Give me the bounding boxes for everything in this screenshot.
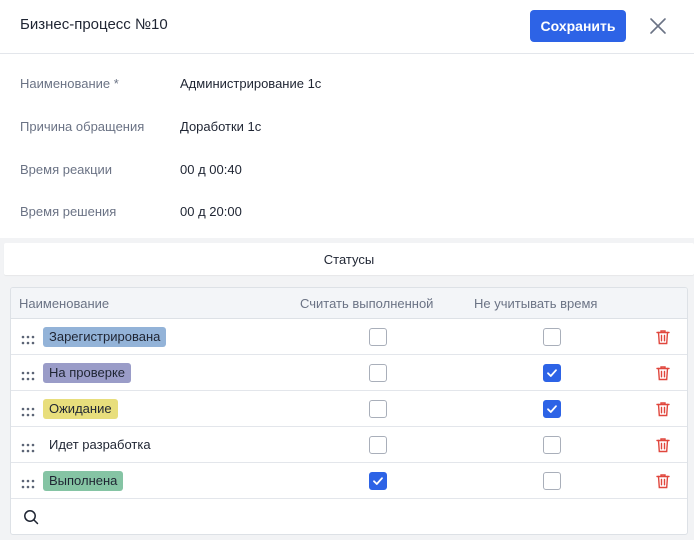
drag-handle-icon[interactable] bbox=[21, 404, 35, 417]
ignore-time-checkbox[interactable] bbox=[543, 436, 561, 454]
trash-icon[interactable] bbox=[654, 436, 672, 454]
trash-icon[interactable] bbox=[654, 364, 672, 382]
status-name-chip[interactable]: Ожидание bbox=[43, 399, 118, 419]
drag-handle-icon[interactable] bbox=[21, 368, 35, 381]
count-done-checkbox[interactable] bbox=[369, 472, 387, 490]
count-done-checkbox[interactable] bbox=[369, 400, 387, 418]
field-label-name: Наименование * bbox=[20, 76, 119, 91]
field-label-resolution-time: Время решения bbox=[20, 204, 117, 219]
search-icon[interactable] bbox=[23, 509, 39, 525]
table-row: Выполнена bbox=[11, 463, 687, 499]
ignore-time-checkbox[interactable] bbox=[543, 472, 561, 490]
ignore-time-checkbox[interactable] bbox=[543, 400, 561, 418]
status-name-chip[interactable]: Зарегистрирована bbox=[43, 327, 167, 347]
drag-handle-icon[interactable] bbox=[21, 476, 35, 489]
ignore-time-checkbox[interactable] bbox=[543, 364, 561, 382]
statuses-table: Наименование Считать выполненной Не учит… bbox=[10, 287, 688, 535]
dialog-title: Бизнес-процесс №10 bbox=[20, 16, 168, 33]
count-done-checkbox[interactable] bbox=[369, 364, 387, 382]
field-value-resolution-time[interactable]: 00 д 20:00 bbox=[180, 204, 242, 219]
save-button[interactable]: Сохранить bbox=[530, 10, 626, 42]
table-row: Зарегистрирована bbox=[11, 319, 687, 355]
table-row: Идет разработка bbox=[11, 427, 687, 463]
field-label-reason: Причина обращения bbox=[20, 119, 145, 134]
count-done-checkbox[interactable] bbox=[369, 328, 387, 346]
table-row: Ожидание bbox=[11, 391, 687, 427]
trash-icon[interactable] bbox=[654, 328, 672, 346]
dialog-header: Бизнес-процесс №10 Сохранить bbox=[0, 0, 694, 54]
table-row: На проверке bbox=[11, 355, 687, 391]
ignore-time-checkbox[interactable] bbox=[543, 328, 561, 346]
status-name-chip[interactable]: Идет разработка bbox=[43, 435, 157, 455]
field-label-reaction-time: Время реакции bbox=[20, 162, 113, 177]
field-value-name[interactable]: Администрирование 1с bbox=[180, 76, 321, 91]
column-header-name: Наименование bbox=[19, 296, 110, 311]
status-name-chip[interactable]: Выполнена bbox=[43, 471, 124, 491]
column-header-count-done: Считать выполненной bbox=[300, 296, 434, 311]
table-header: Наименование Считать выполненной Не учит… bbox=[11, 288, 687, 319]
column-header-ignore-time: Не учитывать время bbox=[474, 296, 598, 311]
trash-icon[interactable] bbox=[654, 400, 672, 418]
table-search-row bbox=[11, 500, 687, 534]
status-name-chip[interactable]: На проверке bbox=[43, 363, 132, 383]
field-value-reaction-time[interactable]: 00 д 00:40 bbox=[180, 162, 242, 177]
trash-icon[interactable] bbox=[654, 472, 672, 490]
tab-statuses[interactable]: Статусы bbox=[4, 243, 694, 275]
count-done-checkbox[interactable] bbox=[369, 436, 387, 454]
drag-handle-icon[interactable] bbox=[21, 332, 35, 345]
field-value-reason[interactable]: Доработки 1с bbox=[180, 119, 261, 134]
drag-handle-icon[interactable] bbox=[21, 440, 35, 453]
close-icon[interactable] bbox=[646, 14, 670, 38]
